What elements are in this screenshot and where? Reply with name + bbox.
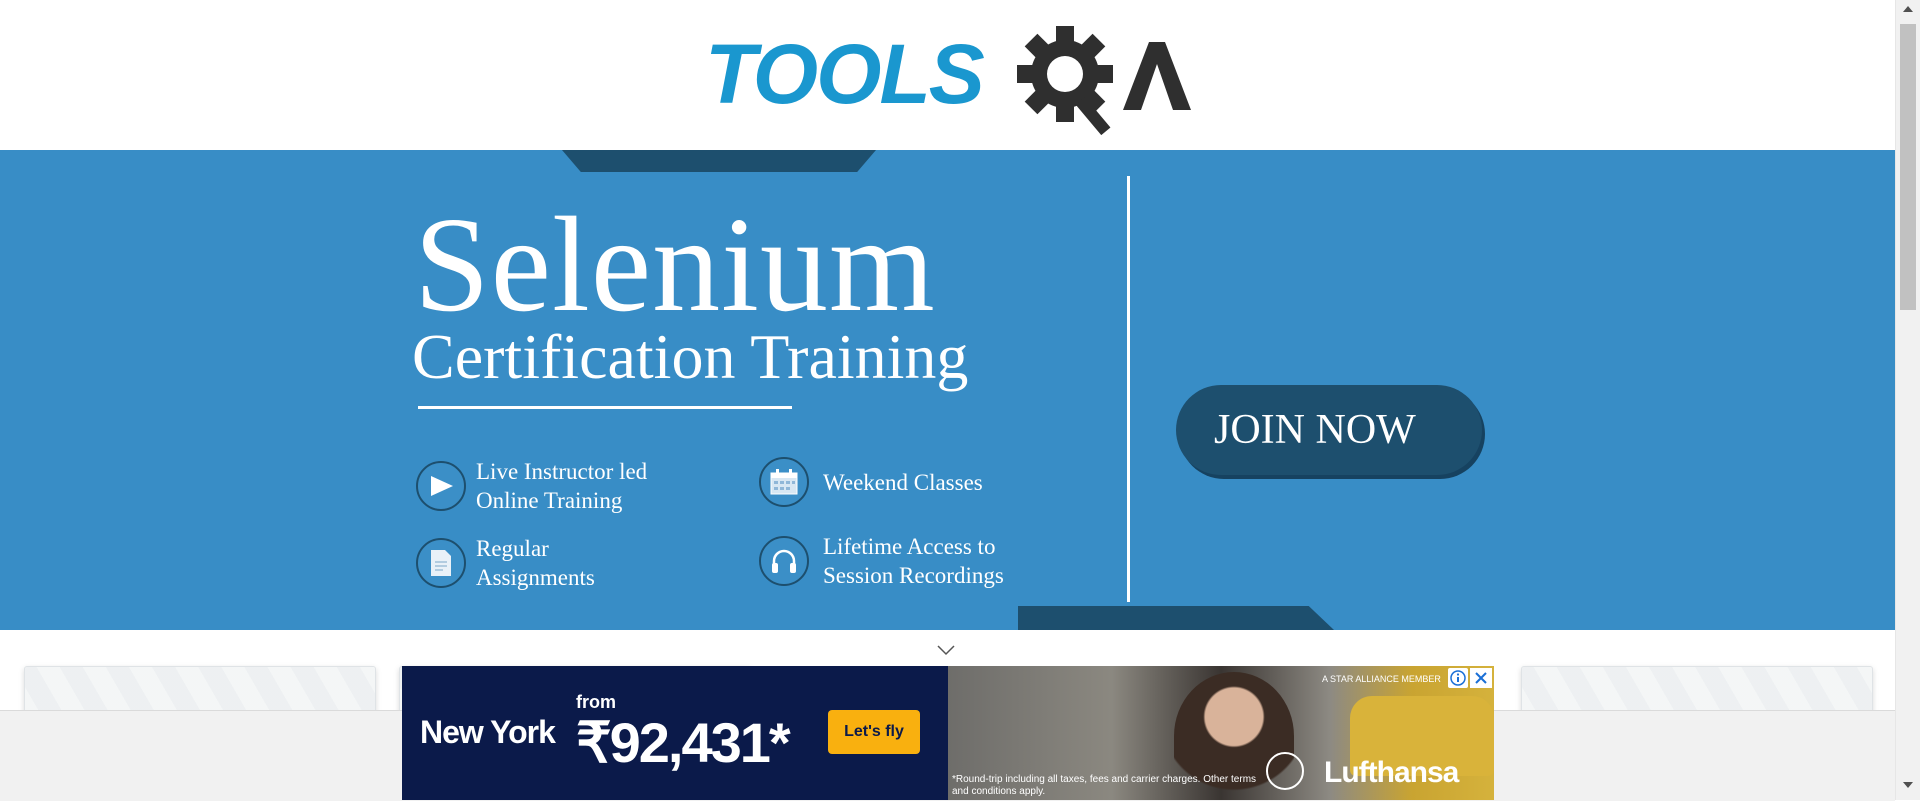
ad-price: ₹92,431* — [576, 711, 791, 774]
selenium-training-banner[interactable]: Selenium Certification Training Live Ins… — [0, 150, 1895, 630]
scrollbar-thumb[interactable] — [1900, 24, 1916, 310]
ad-lets-fly-button[interactable]: Let's fly — [828, 710, 920, 754]
ad-fine-print: *Round-trip including all taxes, fees an… — [952, 774, 1257, 797]
join-now-button[interactable]: JOIN NOW — [1176, 385, 1482, 475]
feature-label: Weekend Classes — [823, 469, 983, 495]
banner-decor-bottom — [1018, 606, 1334, 630]
headphones-icon — [759, 536, 809, 586]
lufthansa-crane-icon — [1266, 752, 1304, 790]
ad-brand: Lufthansa — [1324, 756, 1459, 789]
feature-live-training: Live Instructor led Online Training — [416, 457, 696, 515]
banner-divider — [1127, 176, 1130, 602]
gear-logo-icon — [1017, 26, 1191, 136]
banner-subtitle: Certification Training — [412, 321, 969, 392]
play-icon — [416, 461, 466, 511]
lufthansa-ad[interactable]: New York from ₹92,431* Let's fly A STAR … — [402, 666, 1494, 800]
ad-info-icon[interactable] — [1448, 668, 1468, 688]
toolsqa-logo[interactable]: TOOLS — [705, 22, 1195, 137]
site-header: TOOLS — [0, 0, 1895, 150]
feature-weekend-classes: Weekend Classes — [759, 457, 1043, 507]
feature-assignments: Regular Assignments — [416, 534, 696, 592]
scroll-up-arrow-icon[interactable] — [1902, 4, 1914, 14]
ad-alliance-label: A STAR ALLIANCE MEMBER — [1322, 674, 1441, 684]
feature-lifetime-access: Lifetime Access to Session Recordings — [759, 532, 1043, 590]
chevron-down-icon[interactable] — [936, 644, 956, 656]
title-underline — [418, 406, 792, 409]
ad-close-icon[interactable] — [1470, 668, 1492, 688]
vertical-scrollbar[interactable] — [1895, 0, 1920, 800]
document-icon — [416, 538, 466, 588]
calendar-icon — [759, 457, 809, 507]
ad-offer-panel[interactable]: New York from ₹92,431* Let's fly — [402, 666, 948, 800]
ad-photo-panel[interactable]: A STAR ALLIANCE MEMBER *Round-trip inclu… — [948, 666, 1494, 800]
logo-text: TOOLS — [705, 27, 985, 121]
scroll-down-arrow-icon[interactable] — [1902, 780, 1914, 790]
feature-label: Lifetime Access to Session Recordings — [823, 534, 1004, 588]
feature-label: Live Instructor led Online Training — [476, 459, 648, 513]
banner-decor-top — [562, 150, 876, 172]
ad-destination: New York — [420, 714, 556, 750]
feature-label: Regular Assignments — [476, 536, 595, 590]
banner-title: Selenium — [414, 190, 936, 340]
